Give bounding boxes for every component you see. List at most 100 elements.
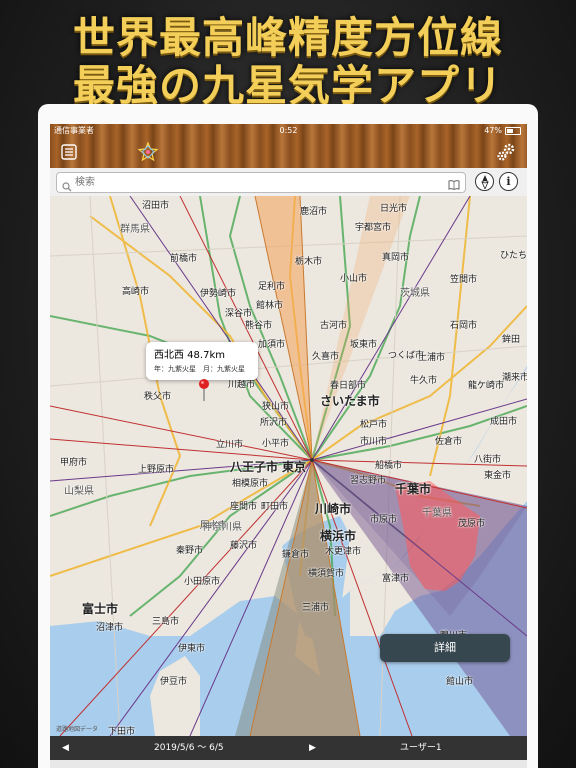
map-label: 秩父市	[144, 392, 172, 402]
map-label: 伊東市	[178, 644, 206, 654]
map-label: 鎌倉市	[282, 550, 310, 560]
map-label: 秦野市	[176, 546, 204, 556]
map-credit: 道路地図データ	[56, 726, 99, 733]
map-label: 伊豆市	[160, 677, 188, 687]
map-label: 富津市	[382, 574, 410, 584]
callout-subtitle: 年：九紫火星 月：九紫火星	[154, 365, 245, 373]
callout-title: 西北西 48.7km	[154, 350, 225, 361]
map-label: 甲府市	[60, 458, 88, 468]
bookmark-icon[interactable]	[448, 176, 460, 195]
location-callout[interactable]: 西北西 48.7km 年：九紫火星 月：九紫火星	[146, 342, 258, 380]
map-label: 潮来市	[502, 373, 527, 383]
map-label: 下田市	[108, 727, 136, 736]
prev-period-button[interactable]: ◀	[62, 736, 69, 760]
detail-button[interactable]: 詳細	[380, 634, 510, 662]
map-label: 久喜市	[312, 352, 340, 362]
map-label: 足利市	[258, 282, 286, 292]
map-label: 船橋市	[375, 461, 403, 471]
status-bar: 通信事業者 0:52 47%	[50, 124, 527, 138]
map-label: 東金市	[484, 471, 512, 481]
map-view[interactable]: 沼田市 日光市群馬県 鹿沼市宇都宮市前橋市 栃木市 真岡市 ひたち高崎市 伊勢崎市 足利市 小山…	[50, 196, 527, 736]
map-label: 山梨県	[64, 486, 94, 497]
map-label: 藤沢市	[230, 541, 258, 551]
compass-icon[interactable]	[475, 172, 494, 191]
promo-banner: 世界最高峰精度方位線 最強の九星気学アプリ	[0, 0, 576, 110]
map-label: 坂東市	[350, 340, 378, 350]
map-label: 宇都宮市	[355, 223, 392, 233]
map-label: 沼津市	[96, 623, 124, 633]
map-label: 土浦市	[418, 353, 446, 363]
user-selector[interactable]: ユーザー1	[400, 736, 442, 760]
battery-indicator: 47%	[484, 124, 521, 138]
map-label: 習志野市	[350, 476, 387, 486]
clock: 0:52	[279, 126, 298, 135]
top-toolbar: 通信事業者 0:52 47%	[50, 124, 527, 168]
map-label: 横須賀市	[308, 569, 345, 579]
list-icon[interactable]	[60, 143, 78, 161]
map-label: 松戸市	[360, 420, 388, 430]
map-label: 茂原市	[458, 519, 486, 529]
nine-star-icon[interactable]	[138, 142, 158, 162]
map-label: 伊勢崎市	[200, 289, 237, 299]
map-pin-icon[interactable]	[198, 379, 210, 405]
map-label: 小平市	[262, 439, 290, 449]
map-label: 群馬県	[120, 224, 150, 235]
map-label: 市川市	[360, 437, 388, 447]
map-label: 龍ケ崎市	[468, 381, 505, 391]
map-label: 鉾田	[502, 335, 521, 345]
map-label: 市原市	[370, 515, 398, 525]
search-row: i	[50, 168, 527, 197]
map-label: さいたま市	[320, 394, 380, 408]
battery-icon	[505, 127, 521, 135]
map-label: 笠間市	[450, 275, 478, 285]
map-label: 前橋市	[170, 254, 198, 264]
map-label: 沼田市	[142, 201, 170, 211]
map-label: 熊谷市	[245, 321, 273, 331]
map-label: 横浜市	[320, 529, 357, 543]
map-label: 真岡市	[382, 253, 410, 263]
map-label: 館林市	[256, 301, 284, 311]
map-label: 上野原市	[138, 465, 175, 475]
map-label: 町田市	[261, 502, 289, 512]
map-label: 茨城県	[400, 288, 430, 299]
bottom-bar: ◀ 2019/5/6 〜 6/5 ▶ ユーザー1	[50, 736, 527, 760]
map-label: 成田市	[490, 417, 518, 427]
info-icon[interactable]: i	[499, 172, 518, 191]
map-label: 川崎市	[315, 502, 352, 516]
search-box	[56, 172, 466, 193]
map-label: ひたち	[500, 251, 527, 261]
map-label: 牛久市	[410, 376, 438, 386]
map-label: 東京	[282, 460, 307, 474]
map-label: 千葉県	[422, 508, 452, 519]
date-range: 2019/5/6 〜 6/5	[154, 743, 224, 753]
next-period-button[interactable]: ▶	[309, 736, 316, 760]
map-label: 立川市	[216, 440, 244, 450]
home-indicator-bar	[50, 760, 527, 768]
map-label: 鹿沼市	[300, 207, 328, 217]
battery-percent: 47%	[484, 126, 502, 135]
map-label: 神奈川県	[202, 522, 242, 533]
map-label: 所沢市	[260, 418, 288, 428]
app-screen: 通信事業者 0:52 47% 検索 i 沼田市 日光市 群馬県 鹿沼市 宇都宮市…	[50, 124, 527, 768]
map-label: 館山市	[446, 677, 474, 687]
map-label: 春日部市	[330, 381, 367, 391]
map-label: 日光市	[380, 204, 408, 214]
map-label: 小山市	[340, 274, 368, 284]
map-label: 三島市	[152, 617, 180, 627]
map-label: 座間市	[230, 502, 258, 512]
map-label: 千葉市	[395, 482, 432, 496]
map-label: 富士市	[82, 602, 119, 616]
search-input[interactable]	[75, 174, 435, 190]
map-label: 三浦市	[302, 603, 330, 613]
map-label: 木更津市	[325, 547, 362, 557]
map-label: 小田原市	[184, 577, 221, 587]
map-label: 古河市	[320, 321, 348, 331]
gear-icon[interactable]	[495, 141, 517, 163]
map-label: 石岡市	[450, 321, 478, 331]
search-icon	[62, 177, 72, 196]
map-label: 八街市	[474, 455, 502, 465]
map-label: 相模原市	[232, 479, 269, 489]
map-label: 高崎市	[122, 287, 150, 297]
map-label: 栃木市	[295, 257, 323, 267]
map-label: 佐倉市	[435, 437, 463, 447]
